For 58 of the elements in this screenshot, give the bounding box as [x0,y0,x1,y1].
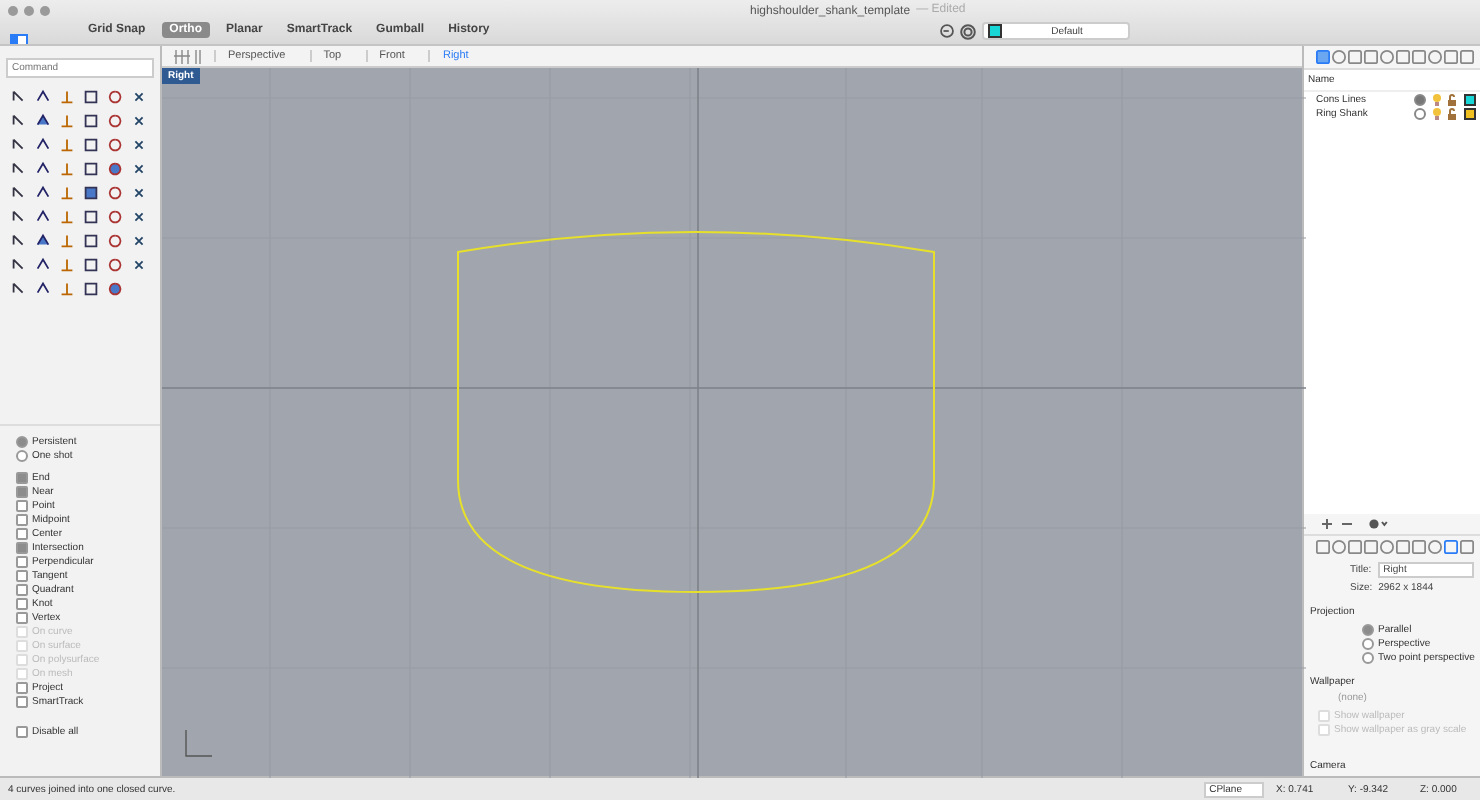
layer-color-swatch[interactable] [1464,107,1476,119]
tool-icon [10,256,28,274]
bulb-icon[interactable] [1432,93,1442,105]
tool-button[interactable] [80,278,102,300]
tool-button[interactable] [104,134,126,156]
tool-button[interactable] [80,110,102,132]
tool-icon [130,88,148,106]
target-icon[interactable] [960,23,976,39]
tool-button[interactable] [80,158,102,180]
layout-icon[interactable] [174,49,202,63]
tool-button[interactable] [104,158,126,180]
tool-button[interactable] [104,110,126,132]
tool-icon [130,232,148,250]
tool-button[interactable] [104,182,126,204]
tool-icon [10,208,28,226]
gear-icon[interactable] [1368,518,1388,530]
tool-icon [58,256,76,274]
tool-button[interactable] [80,182,102,204]
tool-icon [10,88,28,106]
tool-icon [130,112,148,130]
lock-icon[interactable] [1448,93,1458,105]
tool-icon [58,136,76,154]
tool-icon [10,160,28,178]
tool-button[interactable] [104,206,126,228]
tool-icon [58,280,76,298]
tool-icon [58,112,76,130]
tool-icon [10,136,28,154]
tool-icon [10,232,28,250]
tool-button[interactable] [80,206,102,228]
tool-icon [10,184,28,202]
tool-icon [130,184,148,202]
tool-icon [130,160,148,178]
tool-icon [58,208,76,226]
tool-icon [10,112,28,130]
tool-icon [130,256,148,274]
tool-icon [58,184,76,202]
tool-button[interactable] [80,134,102,156]
tool-button[interactable] [104,86,126,108]
tool-button[interactable] [80,86,102,108]
tool-button[interactable] [104,278,126,300]
tool-icon [10,280,28,298]
tool-button[interactable] [80,254,102,276]
bulb-icon[interactable] [1432,107,1442,119]
tool-icon [130,136,148,154]
axis-icon [182,728,214,760]
tool-icon [58,160,76,178]
tool-button[interactable] [104,254,126,276]
add-remove-icon[interactable] [1320,518,1356,530]
tool-button[interactable] [104,230,126,252]
lock-icon[interactable] [1448,107,1458,119]
tool-icon [130,208,148,226]
current-layer-radio[interactable] [1414,93,1426,105]
tool-button[interactable] [80,230,102,252]
tool-icon [58,88,76,106]
tool-icon [58,232,76,250]
record-icon[interactable] [940,24,954,38]
current-layer-radio[interactable] [1414,107,1426,119]
layer-color-swatch[interactable] [1464,93,1476,105]
